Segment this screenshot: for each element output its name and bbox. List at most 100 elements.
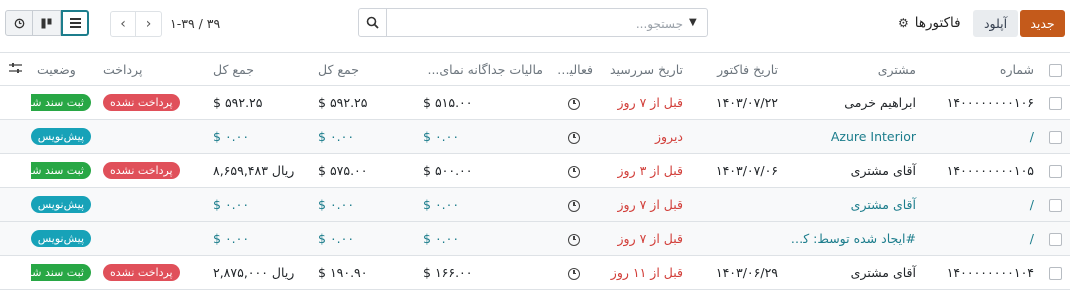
payment-badge-cell: پرداخت نشده: [97, 255, 207, 290]
cell-total: ۰.۰۰ $: [312, 221, 417, 256]
cell-tax: ۰.۰۰ $: [417, 187, 549, 222]
row-spacer: [0, 119, 31, 154]
cell-customer: #ایجاد شده توسط: کارب...: [784, 221, 922, 256]
status-badge: ثبت سند شده: [31, 264, 91, 281]
page-title: فاکتورها ⚙: [898, 14, 961, 32]
clock-icon[interactable]: [549, 153, 599, 188]
table-row[interactable]: / #ایجاد شده توسط: کارب... قبل از ۷ روز …: [0, 221, 1070, 256]
status-badge-cell: پیش‌نویس: [31, 221, 97, 256]
table-header-row: شماره مشتری تاریخ فاکتور تاریخ سررسید فع…: [0, 52, 1070, 86]
invoice-table: شماره مشتری تاریخ فاکتور تاریخ سررسید فع…: [0, 52, 1070, 290]
cell-due-date: دیروز: [599, 119, 689, 154]
view-switcher: [5, 10, 89, 37]
column-header-number[interactable]: شماره: [922, 52, 1040, 86]
cell-customer: Azure Interior: [784, 119, 922, 154]
page-title-text: فاکتورها: [914, 15, 961, 31]
payment-badge: پرداخت نشده: [103, 264, 180, 281]
cell-invoice-date: [689, 187, 784, 222]
status-badge: ثبت سند شده: [31, 162, 91, 179]
column-header-total[interactable]: جمع کل: [312, 52, 417, 86]
table-row[interactable]: ۱۴۰۰۰۰۰۰۰۰۱۰۴ آقای مشتری ۱۴۰۳/۰۶/۲۹ قبل …: [0, 255, 1070, 290]
payment-cell: [97, 221, 207, 256]
cell-customer: ابراهیم خرمی: [784, 85, 922, 120]
chevron-right-icon[interactable]: ›: [136, 10, 162, 37]
kanban-view-icon[interactable]: [33, 10, 61, 36]
upload-button[interactable]: آپلود: [973, 10, 1018, 37]
table-row[interactable]: ۱۴۰۰۰۰۰۰۰۰۱۰۶ ابراهیم خرمی ۱۴۰۳/۰۷/۲۲ قب…: [0, 85, 1070, 120]
payment-badge: پرداخت نشده: [103, 162, 180, 179]
control-panel: جدید آپلود فاکتورها ⚙ ▼ ‹ › ۱-۳۹ / ۳۹: [0, 0, 1070, 46]
cell-total-signed: ۵۹۲.۲۵ $: [207, 85, 312, 120]
row-checkbox[interactable]: [1040, 153, 1070, 188]
chevron-left-icon[interactable]: ‹: [110, 10, 136, 37]
row-spacer: [0, 255, 31, 290]
column-header-invoice-date[interactable]: تاریخ فاکتور: [689, 52, 784, 86]
payment-cell: [97, 119, 207, 154]
status-badge-cell: ثبت سند شده: [31, 85, 97, 120]
row-checkbox[interactable]: [1040, 255, 1070, 290]
clock-icon[interactable]: [549, 255, 599, 290]
cell-tax: ۱۶۶.۰۰ $: [417, 255, 549, 290]
row-checkbox[interactable]: [1040, 187, 1070, 222]
column-header-due-date[interactable]: تاریخ سررسید: [599, 52, 689, 86]
gear-icon[interactable]: ⚙: [898, 16, 909, 30]
status-badge: ثبت سند شده: [31, 94, 91, 111]
caret-down-icon[interactable]: ▼: [689, 17, 697, 28]
cell-due-date: قبل از ۷ روز: [599, 85, 689, 120]
cell-due-date: قبل از ۳ روز: [599, 153, 689, 188]
column-header-status[interactable]: وضعیت: [31, 52, 97, 86]
status-badge: پیش‌نویس: [31, 230, 91, 247]
row-spacer: [0, 221, 31, 256]
list-view-icon[interactable]: [61, 10, 89, 36]
clock-icon[interactable]: [549, 85, 599, 120]
column-header-total-signed[interactable]: جمع کل: [207, 52, 312, 86]
select-all-checkbox[interactable]: [1040, 52, 1070, 86]
clock-icon[interactable]: [549, 119, 599, 154]
pager: ‹ › ۱-۳۹ / ۳۹: [110, 10, 220, 37]
payment-badge-cell: پرداخت نشده: [97, 85, 207, 120]
column-header-activities[interactable]: فعالیت‌ها: [549, 52, 599, 86]
table-row[interactable]: ۱۴۰۰۰۰۰۰۰۰۱۰۵ آقای مشتری ۱۴۰۳/۰۷/۰۶ قبل …: [0, 153, 1070, 188]
cell-total: ۵۹۲.۲۵ $: [312, 85, 417, 120]
activity-view-icon[interactable]: [5, 10, 33, 36]
cell-total: ۰.۰۰ $: [312, 187, 417, 222]
cell-invoice-date: [689, 119, 784, 154]
new-button[interactable]: جدید: [1020, 10, 1065, 37]
cell-number: ۱۴۰۰۰۰۰۰۰۰۱۰۴: [922, 255, 1040, 290]
cell-number: ۱۴۰۰۰۰۰۰۰۰۱۰۶: [922, 85, 1040, 120]
cell-total: ۱۹۰.۹۰ $: [312, 255, 417, 290]
status-badge-cell: پیش‌نویس: [31, 187, 97, 222]
column-header-customer[interactable]: مشتری: [784, 52, 922, 86]
status-badge-cell: ثبت سند شده: [31, 153, 97, 188]
cell-total-signed: ریال ۸,۶۵۹,۴۸۳: [207, 153, 312, 188]
row-checkbox[interactable]: [1040, 85, 1070, 120]
column-header-tax[interactable]: مالیات جداگانه نمای...: [417, 52, 549, 86]
table-row[interactable]: / Azure Interior دیروز ۰.۰۰ $ ۰.۰۰ $ ۰.۰…: [0, 119, 1070, 154]
status-badge: پیش‌نویس: [31, 196, 91, 213]
search-bar: ▼: [358, 8, 708, 37]
clock-icon[interactable]: [549, 221, 599, 256]
row-checkbox[interactable]: [1040, 119, 1070, 154]
table-row[interactable]: / آقای مشتری قبل از ۷ روز ۰.۰۰ $ ۰.۰۰ $ …: [0, 187, 1070, 222]
search-icon[interactable]: [359, 9, 387, 36]
status-badge-cell: پیش‌نویس: [31, 119, 97, 154]
optional-columns-icon[interactable]: [0, 52, 31, 86]
clock-icon[interactable]: [549, 187, 599, 222]
column-header-payment[interactable]: پرداخت: [97, 52, 207, 86]
status-badge: پیش‌نویس: [31, 128, 91, 145]
cell-due-date: قبل از ۷ روز: [599, 187, 689, 222]
cell-invoice-date: ۱۴۰۳/۰۶/۲۹: [689, 255, 784, 290]
search-input[interactable]: [391, 14, 685, 33]
payment-badge: پرداخت نشده: [103, 94, 180, 111]
cell-number: /: [922, 119, 1040, 154]
cell-total: ۰.۰۰ $: [312, 119, 417, 154]
cell-tax: ۰.۰۰ $: [417, 221, 549, 256]
cell-tax: ۰.۰۰ $: [417, 119, 549, 154]
payment-badge-cell: پرداخت نشده: [97, 153, 207, 188]
cell-total: ۵۷۵.۰۰ $: [312, 153, 417, 188]
cell-tax: ۵۰۰.۰۰ $: [417, 153, 549, 188]
pager-value[interactable]: ۱-۳۹ / ۳۹: [170, 16, 220, 31]
cell-invoice-date: [689, 221, 784, 256]
row-spacer: [0, 187, 31, 222]
row-checkbox[interactable]: [1040, 221, 1070, 256]
